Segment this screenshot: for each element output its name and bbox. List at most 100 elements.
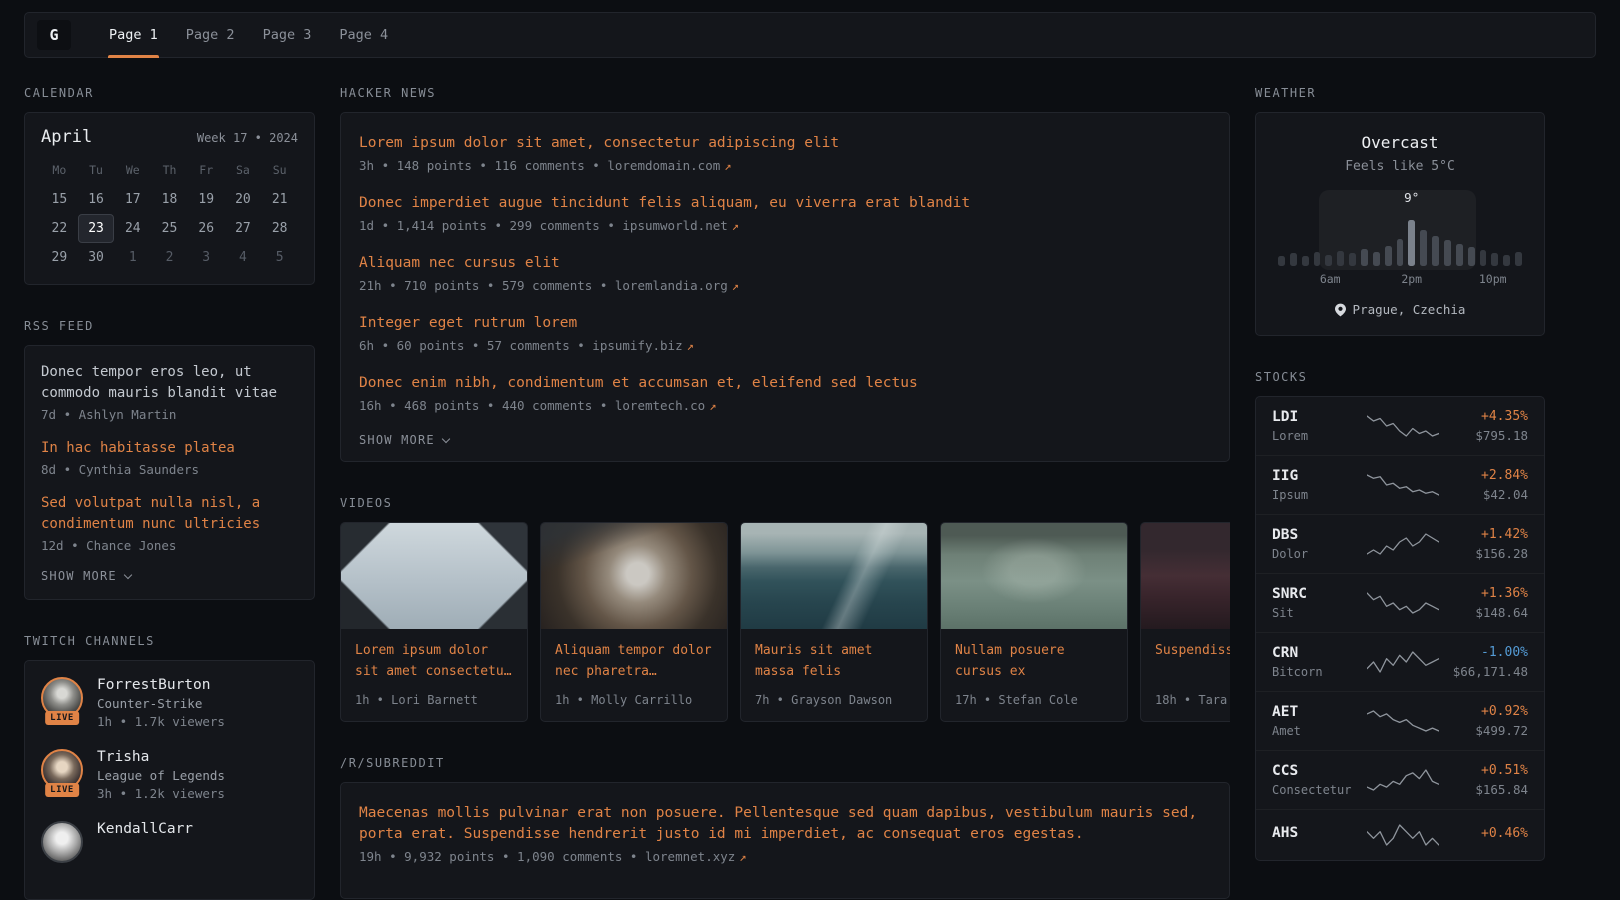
video-thumbnail bbox=[941, 523, 1127, 629]
hn-item-domain[interactable]: loremtech.co bbox=[615, 398, 705, 413]
hn-item-title[interactable]: Aliquam nec cursus elit bbox=[359, 253, 1211, 274]
weather-bar bbox=[1480, 250, 1487, 266]
page-tab[interactable]: Page 4 bbox=[325, 13, 402, 57]
stock-symbol: SNRC bbox=[1272, 586, 1364, 602]
stock-row[interactable]: IIG Ipsum +2.84% $42.04 bbox=[1256, 455, 1544, 514]
stock-values: +2.84% $42.04 bbox=[1442, 468, 1528, 502]
weather-bar bbox=[1468, 247, 1475, 266]
weather-bar bbox=[1456, 244, 1463, 266]
hn-show-more-button[interactable]: SHOW MORE bbox=[359, 433, 449, 447]
app-logo: G bbox=[37, 20, 71, 50]
channel-meta: 3h • 1.2k viewers bbox=[97, 786, 225, 801]
hn-item-domain[interactable]: ipsumworld.net bbox=[622, 218, 727, 233]
calendar-day: 17 bbox=[114, 185, 151, 214]
video-body: Aliquam tempor dolor nec pharetra… 1h • … bbox=[541, 629, 727, 721]
channel-name: Trisha bbox=[97, 749, 225, 765]
stock-sparkline bbox=[1364, 649, 1442, 675]
weather-times: 6am 2pm 10pm bbox=[1278, 272, 1522, 286]
stock-name: Sit bbox=[1272, 606, 1364, 620]
calendar-day: 25 bbox=[151, 214, 188, 243]
stock-name: Dolor bbox=[1272, 547, 1364, 561]
weather-feels-like: Feels like 5°C bbox=[1274, 159, 1526, 174]
video-card[interactable]: Lorem ipsum dolor sit amet consectetu… 1… bbox=[340, 522, 528, 722]
external-link-icon: ↗ bbox=[687, 339, 694, 353]
stock-row[interactable]: LDI Lorem +4.35% $795.18 bbox=[1256, 397, 1544, 455]
calendar-day: 15 bbox=[41, 185, 78, 214]
stock-row[interactable]: CCS Consectetur +0.51% $165.84 bbox=[1256, 750, 1544, 809]
calendar-day: 28 bbox=[261, 214, 298, 243]
hn-item-meta: 21h • 710 points • 579 comments • loreml… bbox=[359, 278, 1211, 293]
stock-info: SNRC Sit bbox=[1272, 586, 1364, 620]
video-title[interactable]: Nullam posuere cursus ex bbox=[955, 641, 1113, 683]
stock-sparkline bbox=[1364, 822, 1442, 848]
hn-item-meta: 16h • 468 points • 440 comments • loremt… bbox=[359, 398, 1211, 413]
calendar-day: 18 bbox=[151, 185, 188, 214]
video-title[interactable]: Aliquam tempor dolor nec pharetra… bbox=[555, 641, 713, 683]
stock-price: $499.72 bbox=[1442, 723, 1528, 738]
rss-item-title[interactable]: Sed volutpat nulla nisl, a condimentum n… bbox=[41, 493, 298, 535]
stock-values: +0.92% $499.72 bbox=[1442, 704, 1528, 738]
twitch-channel[interactable]: KendallCarr bbox=[41, 821, 298, 863]
subreddit-item: Maecenas mollis pulvinar erat non posuer… bbox=[359, 803, 1211, 864]
weather-bar-chart bbox=[1278, 216, 1522, 266]
hackernews-list: Lorem ipsum dolor sit amet, consectetur … bbox=[359, 133, 1211, 413]
stock-row[interactable]: SNRC Sit +1.36% $148.64 bbox=[1256, 573, 1544, 632]
hackernews-widget: HACKER NEWS Lorem ipsum dolor sit amet, … bbox=[340, 86, 1230, 462]
rss-item-title[interactable]: In hac habitasse platea bbox=[41, 438, 298, 459]
stocks-widget: STOCKS LDI Lorem +4.35% $795.18 bbox=[1255, 370, 1545, 861]
page-tab[interactable]: Page 3 bbox=[249, 13, 326, 57]
rss-item-meta: 8d • Cynthia Saunders bbox=[41, 462, 298, 477]
rss-list: Donec tempor eros leo, ut commodo mauris… bbox=[41, 362, 298, 553]
hn-item-title[interactable]: Donec imperdiet augue tincidunt felis al… bbox=[359, 193, 1211, 214]
video-card[interactable]: Aliquam tempor dolor nec pharetra… 1h • … bbox=[540, 522, 728, 722]
weather-header: WEATHER bbox=[1255, 86, 1545, 100]
video-thumbnail bbox=[541, 523, 727, 629]
avatar-wrap: LIVE bbox=[41, 749, 83, 791]
twitch-widget: TWITCH CHANNELS LIVE ForrestBurton Count… bbox=[24, 634, 315, 900]
rss-item-meta: 7d • Ashlyn Martin bbox=[41, 407, 298, 422]
hn-item-title[interactable]: Lorem ipsum dolor sit amet, consectetur … bbox=[359, 133, 1211, 154]
rss-widget: RSS FEED Donec tempor eros leo, ut commo… bbox=[24, 319, 315, 600]
calendar-day: 4 bbox=[225, 243, 262, 272]
hn-item-domain[interactable]: ipsumify.biz bbox=[592, 338, 682, 353]
stock-change: +1.42% bbox=[1442, 527, 1528, 542]
video-card[interactable]: Nullam posuere cursus ex 17h • Stefan Co… bbox=[940, 522, 1128, 722]
subreddit-item-domain[interactable]: loremnet.xyz bbox=[645, 849, 735, 864]
right-column: WEATHER Overcast Feels like 5°C 9° 6am 2… bbox=[1255, 86, 1545, 895]
stock-row[interactable]: AET Amet +0.92% $499.72 bbox=[1256, 691, 1544, 750]
video-card[interactable]: Mauris sit amet massa felis 7h • Grayson… bbox=[740, 522, 928, 722]
hn-item-title[interactable]: Integer eget rutrum lorem bbox=[359, 313, 1211, 334]
hn-item-meta: 6h • 60 points • 57 comments • ipsumify.… bbox=[359, 338, 1211, 353]
weather-bar bbox=[1314, 252, 1321, 266]
video-title[interactable]: Lorem ipsum dolor sit amet consectetu… bbox=[355, 641, 513, 683]
stock-name: Ipsum bbox=[1272, 488, 1364, 502]
twitch-channel[interactable]: LIVE Trisha League of Legends 3h • 1.2k … bbox=[41, 749, 298, 801]
stock-row[interactable]: CRN Bitcorn -1.00% $66,171.48 bbox=[1256, 632, 1544, 691]
weather-bar bbox=[1337, 251, 1344, 266]
calendar-day: 2 bbox=[151, 243, 188, 272]
video-title[interactable]: Mauris sit amet massa felis bbox=[755, 641, 913, 683]
weather-bar bbox=[1432, 236, 1439, 266]
rss-item-title[interactable]: Donec tempor eros leo, ut commodo mauris… bbox=[41, 362, 298, 404]
hackernews-header: HACKER NEWS bbox=[340, 86, 1230, 100]
weather-widget: WEATHER Overcast Feels like 5°C 9° 6am 2… bbox=[1255, 86, 1545, 336]
stock-row[interactable]: DBS Dolor +1.42% $156.28 bbox=[1256, 514, 1544, 573]
video-card[interactable]: Suspendisse diam 18h • Tara bbox=[1140, 522, 1230, 722]
stock-name: Bitcorn bbox=[1272, 665, 1364, 679]
page-tab[interactable]: Page 2 bbox=[172, 13, 249, 57]
stock-info: DBS Dolor bbox=[1272, 527, 1364, 561]
calendar-head: April Week 17 • 2024 bbox=[41, 127, 298, 147]
stock-info: AET Amet bbox=[1272, 704, 1364, 738]
hn-item-domain[interactable]: loremlandia.org bbox=[615, 278, 728, 293]
weather-location: Prague, Czechia bbox=[1274, 302, 1526, 317]
weather-bar bbox=[1420, 230, 1427, 266]
hn-item-title[interactable]: Donec enim nibh, condimentum et accumsan… bbox=[359, 373, 1211, 394]
rss-show-more-button[interactable]: SHOW MORE bbox=[41, 569, 131, 583]
subreddit-item-title[interactable]: Maecenas mollis pulvinar erat non posuer… bbox=[359, 803, 1211, 845]
stock-row[interactable]: AHS +0.46% bbox=[1256, 809, 1544, 860]
page-tab[interactable]: Page 1 bbox=[95, 13, 172, 57]
video-title[interactable]: Suspendisse diam bbox=[1155, 641, 1230, 683]
hn-item-domain[interactable]: loremdomain.com bbox=[607, 158, 720, 173]
twitch-channel[interactable]: LIVE ForrestBurton Counter-Strike 1h • 1… bbox=[41, 677, 298, 729]
calendar-day: 16 bbox=[78, 185, 115, 214]
